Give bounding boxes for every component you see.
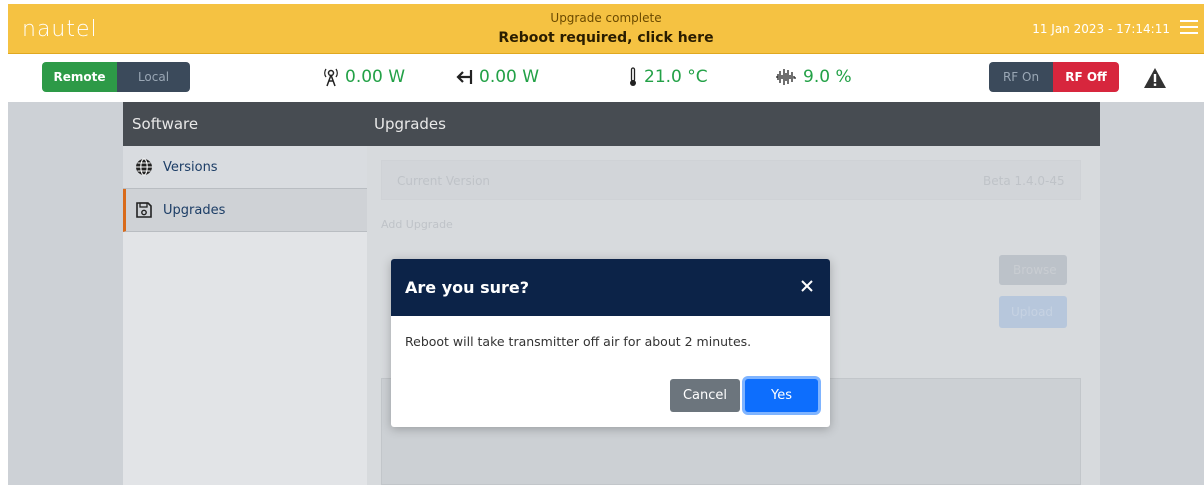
upload-button[interactable]: Upload	[999, 296, 1067, 328]
yes-button[interactable]: Yes	[745, 379, 818, 412]
sidebar-item-label: Versions	[163, 159, 218, 175]
forward-power-meter: 0.00 W	[323, 67, 405, 87]
forward-power-value: 0.00 W	[345, 67, 406, 87]
sidebar-title: Software	[123, 102, 367, 146]
temperature-meter: 21.0 °C	[628, 67, 708, 87]
rf-on-button[interactable]: RF On	[989, 62, 1053, 92]
local-button[interactable]: Local	[117, 62, 190, 92]
browse-button[interactable]: Browse	[999, 255, 1067, 285]
current-version-value: Beta 1.4.0-45	[983, 174, 1065, 188]
dialog-message: Reboot will take transmitter off air for…	[405, 334, 752, 349]
reflected-power-meter: 0.00 W	[455, 67, 539, 87]
temperature-value: 21.0 °C	[644, 67, 708, 87]
upgrade-status-text: Upgrade complete	[550, 11, 662, 25]
rf-toggle: RF On RF Off	[989, 62, 1119, 92]
dialog-title: Are you sure?	[405, 278, 530, 297]
hamburger-icon[interactable]	[1180, 20, 1198, 34]
reboot-required-link[interactable]: Reboot required, click here	[8, 30, 1204, 46]
add-upgrade-label: Add Upgrade	[381, 218, 453, 231]
modulation-value: 9.0 %	[803, 67, 852, 87]
date-time: 11 Jan 2023 - 17:14:11	[1032, 22, 1170, 36]
reflected-power-icon	[456, 70, 473, 84]
close-icon[interactable]	[800, 279, 814, 293]
remote-button[interactable]: Remote	[42, 62, 117, 92]
app-frame: nautel Upgrade complete Reboot required,…	[8, 4, 1204, 485]
status-bar: Remote Local 0.00 W 0.00 W 21.0 °C 9.0 %…	[8, 54, 1204, 106]
reflected-power-value: 0.00 W	[479, 67, 540, 87]
sidebar-item-upgrades[interactable]: Upgrades	[123, 189, 367, 232]
sidebar-item-label: Upgrades	[163, 202, 226, 218]
dialog-header: Are you sure?	[391, 259, 830, 316]
cancel-button[interactable]: Cancel	[670, 379, 740, 412]
warning-icon[interactable]	[1143, 67, 1167, 89]
control-mode-toggle: Remote Local	[42, 62, 190, 92]
sidebar-item-versions[interactable]: Versions	[123, 146, 367, 189]
thermometer-icon	[630, 67, 636, 86]
modulation-meter: 9.0 %	[775, 67, 852, 87]
page-title: Upgrades	[367, 102, 1100, 146]
sidebar: Software Versions Upgrades	[123, 102, 367, 485]
confirm-dialog: Are you sure? Reboot will take transmitt…	[391, 259, 830, 427]
top-banner: nautel Upgrade complete Reboot required,…	[8, 4, 1204, 54]
rf-off-button[interactable]: RF Off	[1053, 62, 1119, 92]
antenna-tower-icon	[324, 68, 338, 87]
waveform-icon	[776, 69, 796, 85]
globe-icon	[136, 158, 152, 176]
current-version-label: Current Version	[397, 174, 491, 188]
floppy-disk-icon	[136, 202, 152, 218]
